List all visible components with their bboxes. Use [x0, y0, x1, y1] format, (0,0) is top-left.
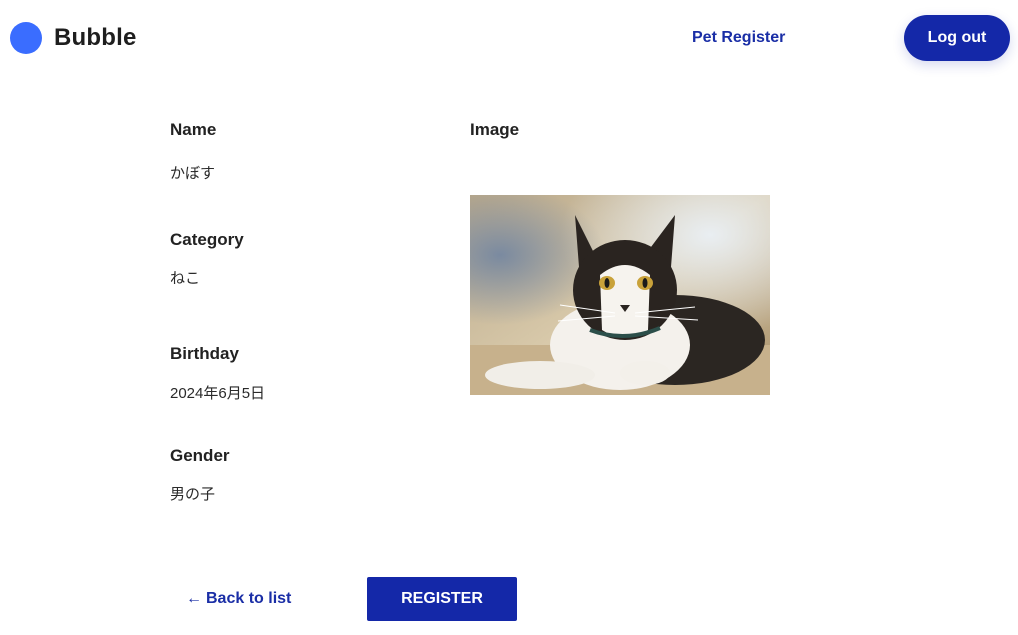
brand-name: Bubble — [54, 24, 137, 51]
brand-logo-link[interactable]: Bubble — [10, 22, 137, 54]
back-to-list-label: Back to list — [206, 590, 292, 607]
arrow-left-icon: ← — [186, 590, 202, 607]
logout-button[interactable]: Log out — [904, 15, 1010, 61]
gender-value: 男の子 — [170, 486, 216, 503]
birthday-value: 2024年6月5日 — [170, 385, 266, 402]
pet-photo — [470, 195, 770, 395]
birthday-label: Birthday — [170, 344, 239, 363]
nav-pet-register-link[interactable]: Pet Register — [692, 28, 785, 48]
name-value: かぼす — [170, 165, 216, 182]
brand-dot-icon — [10, 22, 42, 54]
name-label: Name — [170, 120, 217, 139]
gender-label: Gender — [170, 446, 230, 465]
header: Bubble Pet Register Log out — [0, 0, 1018, 76]
image-label: Image — [470, 120, 520, 139]
back-to-list-link[interactable]: ← Back to list — [186, 589, 291, 609]
register-button[interactable]: REGISTER — [367, 577, 517, 621]
category-value: ねこ — [170, 270, 201, 287]
category-label: Category — [170, 230, 244, 249]
